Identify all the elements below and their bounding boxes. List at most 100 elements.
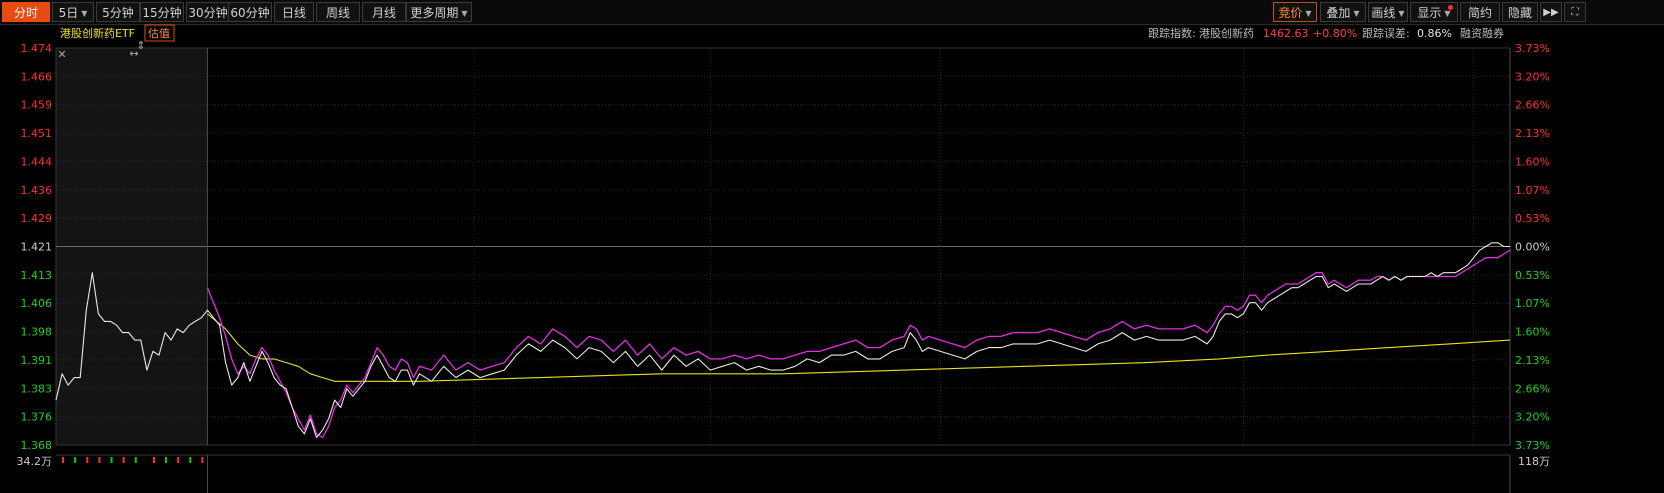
period-tab-intraday[interactable]: 分时 <box>2 2 50 22</box>
tracking-index-value: 1462.63 <box>1263 27 1309 40</box>
y-tick-price: 1.376 <box>21 411 53 424</box>
volume-bar <box>62 457 65 463</box>
y-tick-price: 1.466 <box>21 70 53 83</box>
volume-bar <box>165 457 168 463</box>
y-tick-percent: 3.73% <box>1515 439 1550 452</box>
period-toolbar: 分时 5日 ▼ 5分钟 15分钟 30分钟 60分钟 日线 周线 月线 更多周期 ▼ 竞价 ▼ 叠加 ▼ 画线 ▼… <box>0 0 1664 25</box>
tracking-index-change: +0.80% <box>1313 27 1357 40</box>
overlay-button[interactable]: 叠加 ▼ <box>1320 2 1366 22</box>
y-tick-percent: 0.00% <box>1515 241 1550 254</box>
chevron-down-icon: ▼ <box>1398 8 1405 18</box>
y-tick-percent: 1.07% <box>1515 184 1550 197</box>
tab-label: 月线 <box>371 6 396 20</box>
volume-bar <box>201 457 204 463</box>
button-label: 隐藏 <box>1507 6 1532 20</box>
y-tick-percent: 3.73% <box>1515 42 1550 55</box>
y-tick-percent: 2.13% <box>1515 127 1550 140</box>
y-tick-price: 1.391 <box>21 354 53 367</box>
close-icon: ✕ <box>57 48 66 61</box>
chevron-down-icon: ▼ <box>1305 8 1312 18</box>
tab-label: 60分钟 <box>230 6 270 20</box>
volume-bar <box>177 457 180 463</box>
y-tick-price: 1.429 <box>21 212 53 225</box>
auction-button[interactable]: 竞价 ▼ <box>1273 2 1317 22</box>
display-button[interactable]: 显示 ▼ <box>1410 2 1458 22</box>
y-tick-price: 1.383 <box>21 382 53 395</box>
volume-bar <box>134 457 137 463</box>
tracking-error-value: 0.86% <box>1417 27 1452 40</box>
valuation-badge-label: 估值 <box>148 27 170 40</box>
y-tick-percent: 0.53% <box>1515 212 1550 225</box>
tab-label: 更多周期 <box>410 6 459 20</box>
chevron-down-icon: ▼ <box>81 8 88 18</box>
button-label: 显示 <box>1417 6 1442 20</box>
y-tick-percent: 3.20% <box>1515 70 1550 83</box>
hide-button[interactable]: 隐藏 <box>1502 2 1538 22</box>
split-handle-icon: ⇕ <box>136 39 145 52</box>
volume-bar <box>110 457 113 463</box>
y-tick-percent: 0.53% <box>1515 269 1550 282</box>
chevron-down-icon: ▼ <box>1353 8 1360 18</box>
tracking-index-label: 跟踪指数: <box>1148 26 1196 40</box>
button-label: 叠加 <box>1326 6 1351 20</box>
y-tick-price: 1.413 <box>21 269 53 282</box>
period-tab-more[interactable]: 更多周期 ▼ <box>406 2 472 22</box>
y-tick-percent: 2.66% <box>1515 382 1550 395</box>
fullscreen-icon[interactable]: ⛶ <box>1564 2 1586 22</box>
tracking-index-name: 港股创新药 <box>1199 26 1254 40</box>
period-tab-5min[interactable]: 5分钟 <box>96 2 140 22</box>
y-tick-percent: 2.66% <box>1515 99 1550 112</box>
period-tab-monthly[interactable]: 月线 <box>362 2 406 22</box>
button-label: 简约 <box>1467 6 1492 20</box>
margin-trading-link[interactable]: 融资融券 <box>1460 26 1504 40</box>
volume-max-right-label: 118万 <box>1518 455 1550 468</box>
y-tick-price: 1.368 <box>21 439 53 452</box>
intraday-chart: 港股创新药ETF 估值 跟踪指数: 港股创新药 1462.63 +0.80% 跟踪误差: 0.… <box>17 24 1550 493</box>
tab-label: 5日 <box>58 6 79 20</box>
forward-icon[interactable]: ▶▶ <box>1540 2 1562 22</box>
y-tick-percent: 3.20% <box>1515 411 1550 424</box>
volume-max-label: 34.2万 <box>17 455 53 468</box>
button-label: 竞价 <box>1278 6 1303 20</box>
y-tick-price: 1.398 <box>21 326 53 339</box>
chevron-down-icon: ▼ <box>461 8 468 18</box>
volume-bar <box>122 457 125 463</box>
y-tick-price: 1.406 <box>21 297 53 310</box>
tab-label: 日线 <box>281 6 306 20</box>
volume-bar <box>152 457 155 463</box>
y-tick-percent: 2.13% <box>1515 354 1550 367</box>
tab-label: 30分钟 <box>188 6 228 20</box>
y-tick-percent: 1.60% <box>1515 326 1550 339</box>
y-tick-price: 1.436 <box>21 184 53 197</box>
y-tick-price: 1.451 <box>21 127 53 140</box>
fund-name: 港股创新药ETF <box>60 26 135 40</box>
y-tick-percent: 1.07% <box>1515 297 1550 310</box>
y-tick-percent: 1.60% <box>1515 155 1550 168</box>
simple-button[interactable]: 简约 <box>1460 2 1500 22</box>
draw-button[interactable]: 画线 ▼ <box>1368 2 1408 22</box>
period-tab-daily[interactable]: 日线 <box>274 2 314 22</box>
button-label: 画线 <box>1371 6 1396 20</box>
period-tab-5day[interactable]: 5日 ▼ <box>52 2 94 22</box>
tab-label: 周线 <box>325 6 350 20</box>
volume-bar <box>74 457 77 463</box>
index-series-line <box>206 249 1511 439</box>
period-tab-15min[interactable]: 15分钟 <box>140 2 184 22</box>
notification-dot <box>1448 5 1453 10</box>
volume-bar <box>86 457 89 463</box>
tab-label: 5分钟 <box>102 6 134 20</box>
period-tab-30min[interactable]: 30分钟 <box>186 2 230 22</box>
volume-bar <box>189 457 192 463</box>
tab-label: 15分钟 <box>142 6 182 20</box>
tab-label: 分时 <box>13 6 38 20</box>
price-series-line <box>55 242 1510 439</box>
volume-bar <box>98 457 101 463</box>
y-tick-price: 1.459 <box>21 99 53 112</box>
y-tick-price: 1.421 <box>21 241 53 254</box>
average-series-line <box>207 313 1511 382</box>
period-tab-60min[interactable]: 60分钟 <box>228 2 272 22</box>
period-tab-weekly[interactable]: 周线 <box>316 2 360 22</box>
y-tick-price: 1.444 <box>21 155 53 168</box>
tracking-error-label: 跟踪误差: <box>1362 26 1410 40</box>
y-tick-price: 1.474 <box>21 42 53 55</box>
